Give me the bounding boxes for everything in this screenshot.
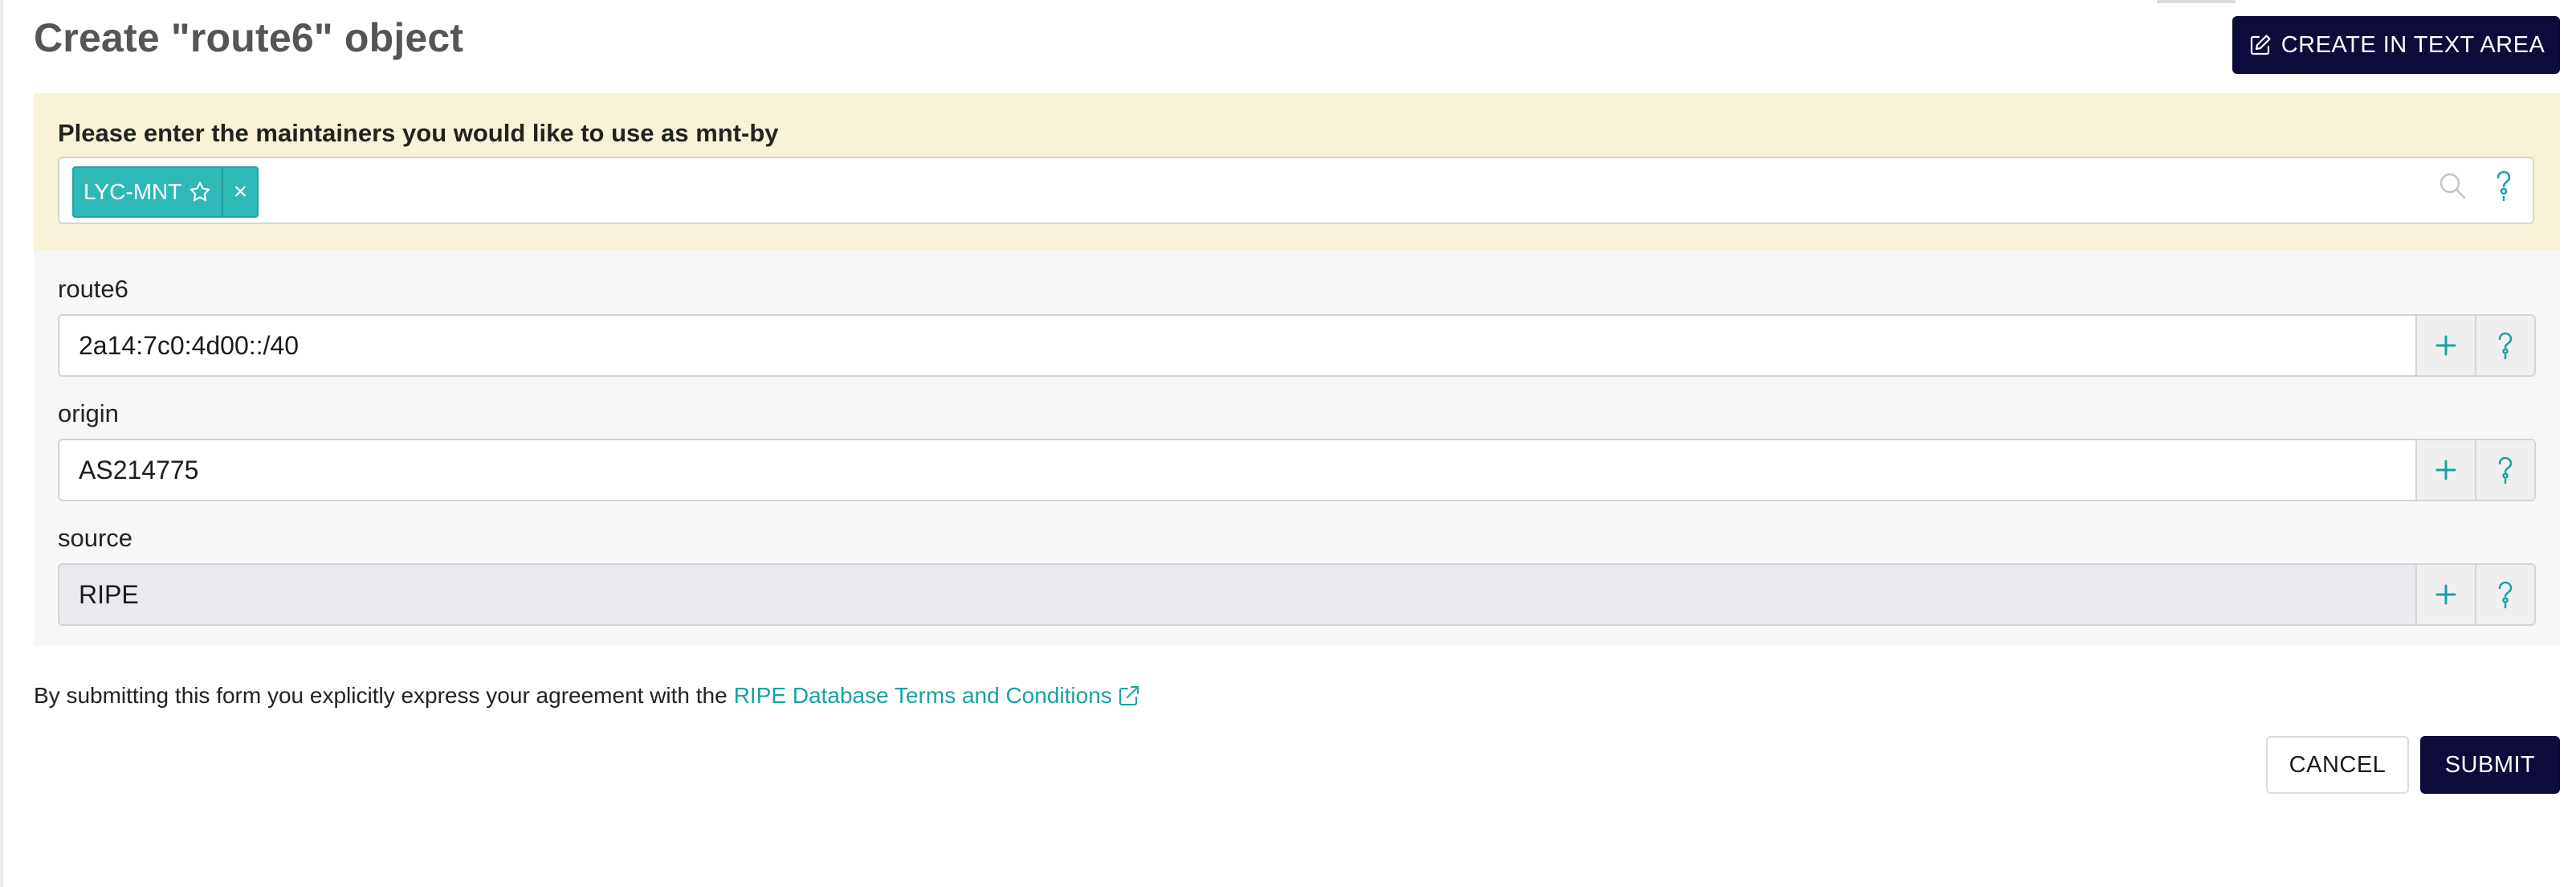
top-tab-indicator [2157,0,2236,3]
submit-button[interactable]: SUBMIT [2420,736,2560,794]
help-icon[interactable] [2488,168,2520,203]
terms-link-label: RIPE Database Terms and Conditions [733,683,1112,708]
origin-row [58,439,2536,501]
maintainers-input[interactable]: LYC-MNT × [58,157,2534,224]
star-icon[interactable] [188,180,212,204]
terms-agreement: By submitting this form you explicitly e… [34,683,1141,709]
maintainers-section: Please enter the maintainers you would l… [34,93,2560,251]
origin-input[interactable] [59,440,2415,500]
add-route6-button[interactable] [2415,316,2475,375]
help-icon [2498,332,2513,360]
maintainer-chip-label: LYC-MNT [84,179,182,204]
plus-icon [2435,584,2456,605]
source-row [58,563,2536,626]
help-icon [2498,581,2513,609]
left-border [0,0,3,887]
add-origin-button[interactable] [2415,440,2475,500]
attributes-section: route6 origin source [34,251,2560,646]
search-icon[interactable] [2436,170,2468,202]
terms-link[interactable]: RIPE Database Terms and Conditions [734,683,1141,709]
plus-icon [2435,460,2456,480]
source-label: source [58,524,133,552]
maintainer-chip[interactable]: LYC-MNT × [72,166,259,218]
origin-label: origin [58,399,119,427]
remove-maintainer-button[interactable]: × [222,168,257,216]
route6-help-button[interactable] [2475,316,2534,375]
route6-input[interactable] [59,316,2415,375]
maintainer-chip-body: LYC-MNT [74,168,222,216]
cancel-button[interactable]: CANCEL [2266,736,2409,794]
edit-icon [2250,35,2271,55]
add-source-button[interactable] [2415,565,2475,624]
external-link-icon [1119,686,1139,705]
create-in-text-area-button[interactable]: CREATE IN TEXT AREA [2232,16,2560,74]
route6-row [58,314,2536,377]
source-input [59,565,2415,624]
plus-icon [2435,335,2456,356]
maintainers-label: Please enter the maintainers you would l… [58,119,779,147]
help-icon [2498,456,2513,484]
agreement-text: By submitting this form you explicitly e… [34,683,728,708]
origin-help-button[interactable] [2475,440,2534,500]
create-in-text-area-label: CREATE IN TEXT AREA [2280,31,2545,58]
page-title: Create "route6" object [34,15,464,60]
source-help-button[interactable] [2475,565,2534,624]
route6-label: route6 [58,275,128,303]
